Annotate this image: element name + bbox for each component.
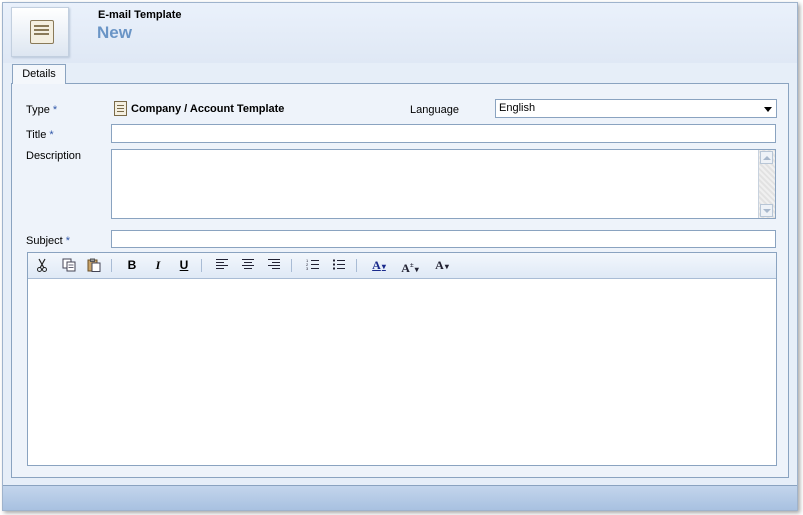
language-label: Language xyxy=(410,104,459,116)
title-label: Title * xyxy=(26,129,54,141)
highlight-color-glyph: A xyxy=(372,258,381,272)
align-left-button[interactable] xyxy=(213,256,231,274)
font-size-glyph: A xyxy=(401,261,410,275)
bulleted-list-button[interactable] xyxy=(330,256,348,274)
numbered-list-button[interactable]: 123 xyxy=(304,256,322,274)
toolbar-divider xyxy=(356,259,357,272)
superscript-mark-icon: ± xyxy=(409,261,414,269)
language-select[interactable]: English xyxy=(495,99,777,118)
subject-label: Subject * xyxy=(26,235,70,247)
align-center-icon xyxy=(242,259,254,269)
description-label: Description xyxy=(26,150,82,162)
type-label: Type * xyxy=(26,104,58,116)
editor-body[interactable] xyxy=(28,279,776,465)
form-header: E-mail Template New xyxy=(3,3,797,63)
entity-name: E-mail Template xyxy=(98,9,182,21)
copy-icon xyxy=(62,258,76,272)
paste-button[interactable] xyxy=(85,256,103,274)
svg-text:3: 3 xyxy=(306,266,309,271)
language-value: English xyxy=(499,102,536,114)
record-title: New xyxy=(97,23,132,42)
title-required-mark: * xyxy=(49,129,54,141)
align-right-button[interactable] xyxy=(265,256,283,274)
form-footer xyxy=(3,485,797,510)
toolbar-divider xyxy=(111,259,112,272)
toolbar-divider xyxy=(201,259,202,272)
tab-details[interactable]: Details xyxy=(12,64,66,84)
editor-toolbar: B I U 123 A▾ A±▾ A▾ xyxy=(28,253,776,279)
bulleted-list-icon xyxy=(333,259,345,270)
email-body-editor[interactable]: B I U 123 A▾ A±▾ A▾ xyxy=(27,252,777,466)
scissors-icon xyxy=(37,258,47,272)
type-value: Company / Account Template xyxy=(131,103,285,115)
copy-button[interactable] xyxy=(60,256,78,274)
align-center-button[interactable] xyxy=(239,256,257,274)
bold-button[interactable]: B xyxy=(123,256,141,274)
dropdown-arrow-icon: ▾ xyxy=(414,265,419,274)
scroll-down-icon[interactable] xyxy=(760,204,773,217)
chevron-down-icon xyxy=(764,107,772,112)
title-field[interactable] xyxy=(111,124,776,143)
scroll-up-icon[interactable] xyxy=(760,151,773,164)
cut-button[interactable] xyxy=(33,256,51,274)
italic-button[interactable]: I xyxy=(149,256,167,274)
type-required-mark: * xyxy=(52,104,58,116)
email-template-window: E-mail Template New Details Type * Compan… xyxy=(2,2,798,511)
email-template-icon xyxy=(11,7,69,57)
font-color-glyph: A xyxy=(435,258,444,272)
details-panel: Type * Company / Account Template Languag… xyxy=(11,83,789,478)
numbered-list-icon: 123 xyxy=(306,258,319,271)
document-icon xyxy=(114,101,127,116)
dropdown-arrow-icon: ▾ xyxy=(381,262,386,271)
description-scrollbar[interactable] xyxy=(758,150,775,218)
underline-button[interactable]: U xyxy=(175,256,193,274)
dropdown-arrow-icon: ▾ xyxy=(444,262,449,271)
subject-field[interactable] xyxy=(111,230,776,248)
toolbar-divider xyxy=(291,259,292,272)
align-right-icon xyxy=(268,259,280,269)
paste-icon xyxy=(87,258,101,272)
description-field[interactable] xyxy=(111,149,776,219)
subject-required-mark: * xyxy=(65,235,70,247)
font-color-button[interactable]: A▾ xyxy=(431,256,453,274)
font-size-button[interactable]: A±▾ xyxy=(399,256,421,275)
align-left-icon xyxy=(216,259,228,269)
highlight-color-button[interactable]: A▾ xyxy=(368,256,390,274)
